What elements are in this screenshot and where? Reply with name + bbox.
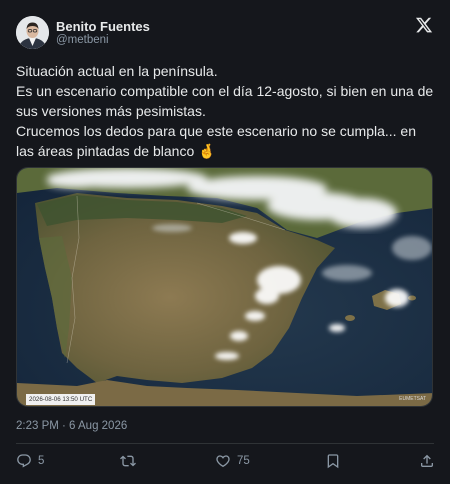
heart-icon <box>216 455 230 468</box>
x-logo-icon[interactable] <box>415 16 433 34</box>
like-count: 75 <box>237 455 250 467</box>
reply-button[interactable]: 5 <box>16 451 44 471</box>
image-credit-label: EUMETSAT <box>399 396 426 402</box>
tweet-line-2: Es un escenario compatible con el día 12… <box>16 83 434 99</box>
author-name[interactable]: Benito Fuentes <box>56 19 150 34</box>
share-button[interactable] <box>419 451 435 471</box>
satellite-image[interactable]: 2026-08-06 13:50 UTC EUMETSAT <box>16 167 433 407</box>
tweet-line-3: sus versiones más pesimistas. <box>16 103 206 119</box>
avatar-portrait-icon <box>16 16 49 49</box>
tweet-line-1: Situación actual en la península. <box>16 63 218 79</box>
avatar[interactable] <box>16 16 49 49</box>
bookmark-icon <box>327 454 339 469</box>
tweet-line-4: Crucemos los dedos para que este escenar… <box>16 123 417 139</box>
like-button[interactable]: 75 <box>215 451 250 471</box>
divider <box>16 443 434 444</box>
tweet-timestamp[interactable]: 2:23 PM · 6 Aug 2026 <box>16 420 127 432</box>
share-icon <box>421 454 433 467</box>
author-handle[interactable]: @metbeni <box>56 34 109 46</box>
retweet-icon <box>120 455 136 467</box>
reply-count: 5 <box>38 455 45 467</box>
tweet-line-5: las áreas pintadas de blanco 🤞 <box>16 143 216 159</box>
tweet-text: Situación actual en la península. Es un … <box>16 61 441 161</box>
reply-icon <box>17 454 31 468</box>
retweet-button[interactable] <box>120 451 136 471</box>
satellite-map-image <box>17 168 432 406</box>
image-timestamp-label: 2026-08-06 13:50 UTC <box>26 394 96 405</box>
tweet-card: Benito Fuentes @metbeni Situación actual… <box>0 0 450 484</box>
bookmark-button[interactable] <box>325 451 341 471</box>
